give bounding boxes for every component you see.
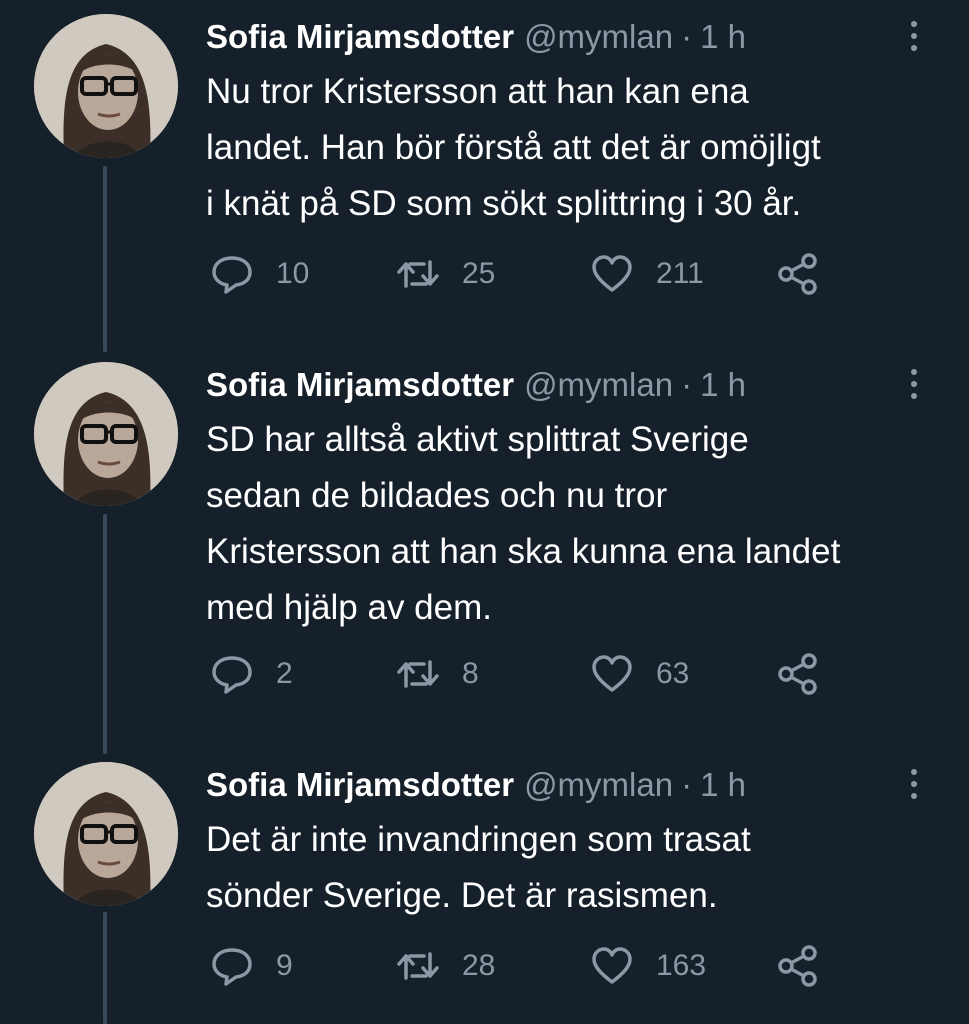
separator-dot: · xyxy=(681,366,693,403)
retweet-button[interactable]: 25 xyxy=(396,250,495,298)
retweet-button[interactable]: 28 xyxy=(396,942,495,990)
tweet[interactable]: Sofia Mirjamsdotter @mymlan · 1 h Det är in… xyxy=(0,748,969,1024)
share-button[interactable] xyxy=(776,650,820,698)
reply-count: 2 xyxy=(276,657,293,690)
avatar-image xyxy=(34,362,178,506)
author-handle[interactable]: @mymlan xyxy=(524,766,673,803)
share-button[interactable] xyxy=(776,942,820,990)
reply-button[interactable]: 9 xyxy=(210,942,293,990)
author-name[interactable]: Sofia Mirjamsdotter xyxy=(206,18,514,55)
heart-icon xyxy=(592,655,632,692)
share-icon xyxy=(778,653,817,695)
tweet-text: Det är inte invandringen som trasat sönd… xyxy=(206,820,751,915)
reply-count: 10 xyxy=(276,257,310,290)
more-options-icon[interactable] xyxy=(900,364,928,404)
tweet-header: Sofia Mirjamsdotter @mymlan · 1 h xyxy=(206,16,746,58)
tweet-header: Sofia Mirjamsdotter @mymlan · 1 h xyxy=(206,764,746,806)
like-count: 163 xyxy=(656,949,707,982)
author-name[interactable]: Sofia Mirjamsdotter xyxy=(206,366,514,403)
reply-icon xyxy=(212,948,252,986)
like-button[interactable]: 211 xyxy=(590,250,704,298)
tweet[interactable]: Sofia Mirjamsdotter @mymlan · 1 h SD har al… xyxy=(0,348,969,748)
like-button[interactable]: 63 xyxy=(590,650,689,698)
timestamp[interactable]: 1 h xyxy=(700,766,746,803)
author-name[interactable]: Sofia Mirjamsdotter xyxy=(206,766,514,803)
avatar[interactable] xyxy=(34,14,178,158)
reply-icon xyxy=(212,656,252,694)
share-icon xyxy=(778,253,817,295)
retweet-count: 28 xyxy=(462,949,496,982)
reply-button[interactable]: 2 xyxy=(210,650,293,698)
tweet-actions: 10 25 211 xyxy=(210,250,850,298)
like-count: 63 xyxy=(656,657,690,690)
more-options-icon[interactable] xyxy=(900,764,928,804)
retweet-count: 25 xyxy=(462,257,496,290)
reply-button[interactable]: 10 xyxy=(210,250,309,298)
retweet-icon xyxy=(397,260,439,288)
avatar[interactable] xyxy=(34,762,178,906)
avatar-image xyxy=(34,762,178,906)
more-options-icon[interactable] xyxy=(900,16,928,56)
tweet-text: Nu tror Kristersson att han kan ena land… xyxy=(206,72,821,223)
tweet-actions: 9 28 163 xyxy=(210,942,850,990)
like-button[interactable]: 163 xyxy=(590,942,706,990)
tweet-header: Sofia Mirjamsdotter @mymlan · 1 h xyxy=(206,364,746,406)
author-handle[interactable]: @mymlan xyxy=(524,366,673,403)
avatar-image xyxy=(34,14,178,158)
like-count: 211 xyxy=(656,257,704,290)
reply-icon xyxy=(212,256,252,294)
share-icon xyxy=(778,945,817,987)
share-button[interactable] xyxy=(776,250,820,298)
separator-dot: · xyxy=(681,18,693,55)
retweet-count: 8 xyxy=(462,657,479,690)
timestamp[interactable]: 1 h xyxy=(700,18,746,55)
tweet-actions: 2 8 63 xyxy=(210,650,850,698)
heart-icon xyxy=(592,255,632,292)
avatar[interactable] xyxy=(34,362,178,506)
retweet-icon xyxy=(397,660,439,688)
separator-dot: · xyxy=(681,766,693,803)
tweet-text: SD har alltså aktivt splittrat Sverige s… xyxy=(206,420,841,627)
tweet[interactable]: Sofia Mirjamsdotter @mymlan · 1 h Nu tror K… xyxy=(0,0,969,340)
retweet-button[interactable]: 8 xyxy=(396,650,479,698)
tweet-thread: Sofia Mirjamsdotter @mymlan · 1 h Nu tror K… xyxy=(0,0,969,1024)
reply-count: 9 xyxy=(276,949,293,982)
retweet-icon xyxy=(397,952,439,980)
timestamp[interactable]: 1 h xyxy=(700,366,746,403)
heart-icon xyxy=(592,947,632,984)
author-handle[interactable]: @mymlan xyxy=(524,18,673,55)
